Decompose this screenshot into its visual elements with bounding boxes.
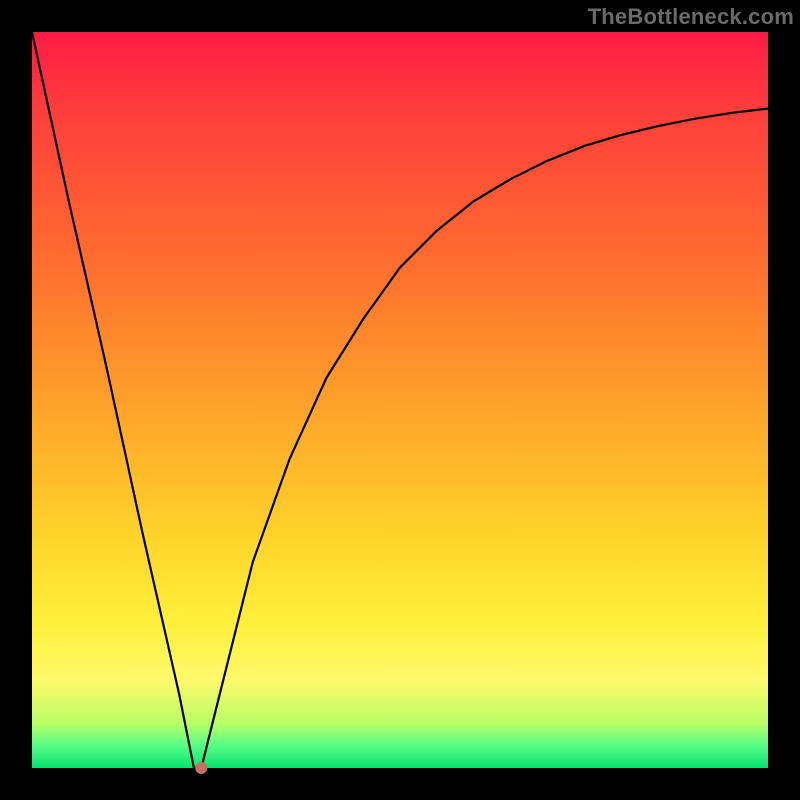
bottleneck-curve [32, 32, 768, 768]
watermark-text: TheBottleneck.com [588, 4, 794, 30]
chart-container: TheBottleneck.com [0, 0, 800, 800]
plot-area [32, 32, 768, 768]
chart-svg [32, 32, 768, 768]
minimum-marker [195, 762, 207, 774]
